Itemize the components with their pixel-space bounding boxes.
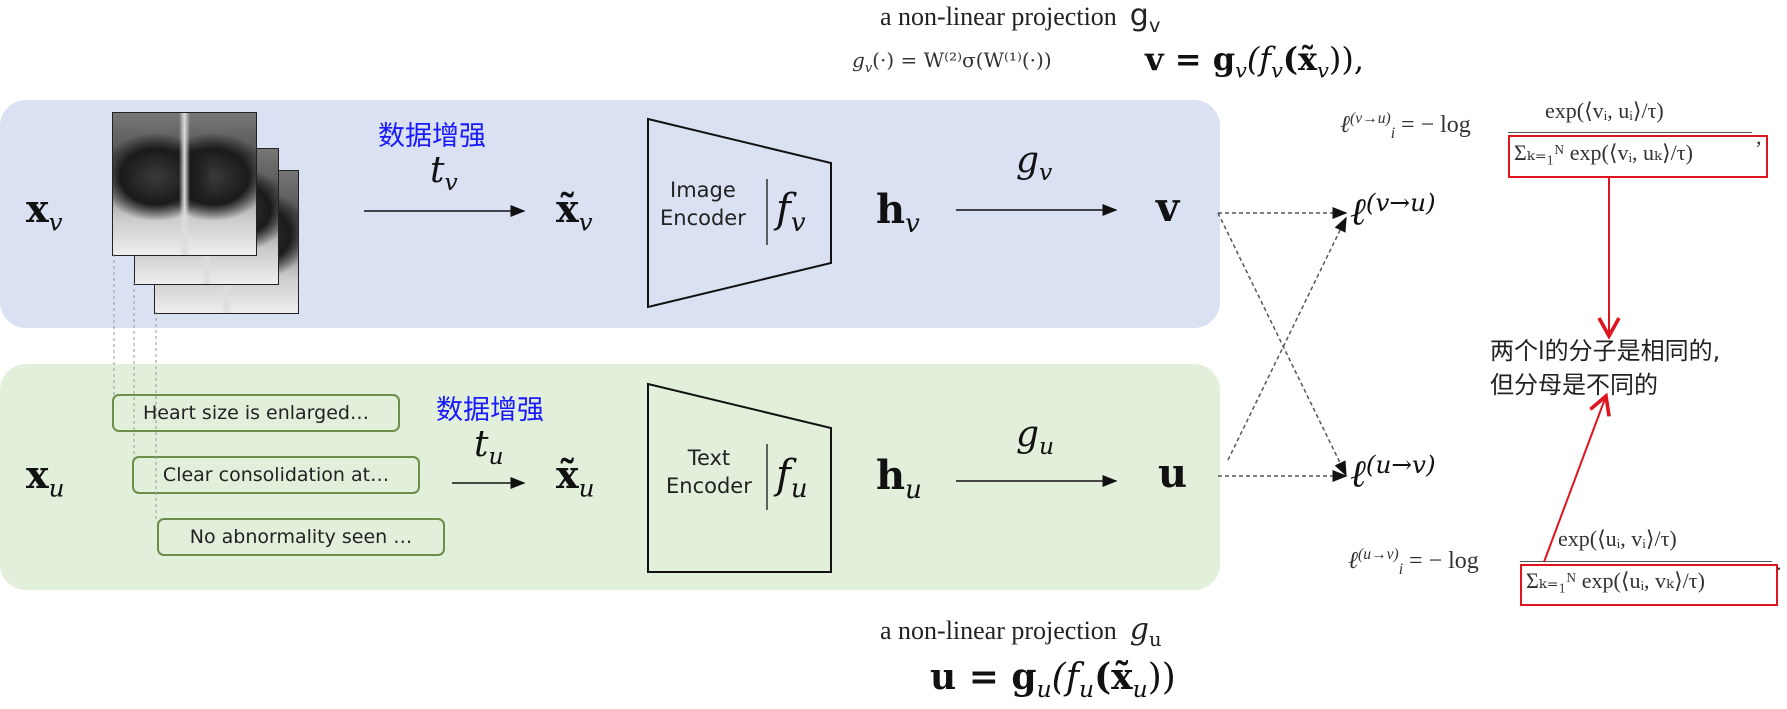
link-v-to-loss-uv [1217, 212, 1347, 477]
red-arrow-up [1543, 392, 1611, 563]
link-u-to-loss-vu [1227, 216, 1347, 461]
image-encoder-shape [647, 117, 832, 309]
text-encoder-shape [647, 382, 832, 573]
image-text-pair-links [113, 254, 157, 520]
diagram-connectors [113, 117, 1621, 573]
